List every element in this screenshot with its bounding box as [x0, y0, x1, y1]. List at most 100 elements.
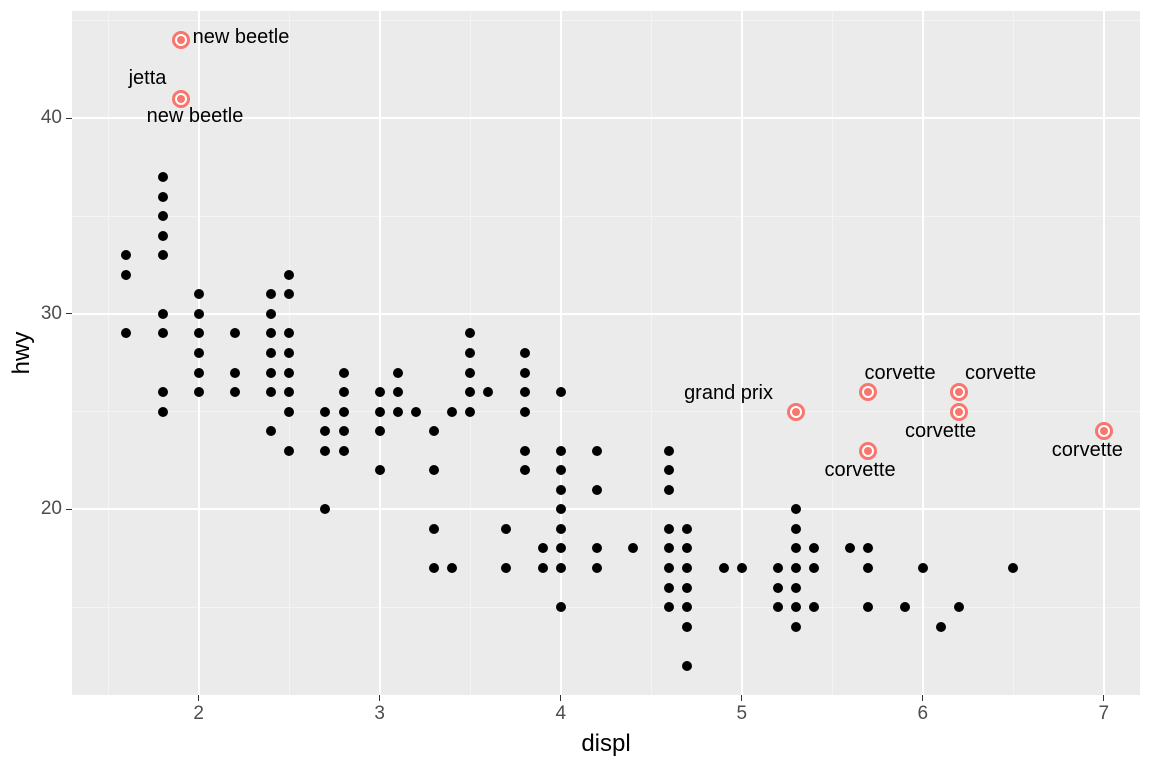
outlier-label: corvette [1052, 439, 1123, 462]
data-point [266, 289, 276, 299]
data-point [773, 563, 783, 573]
x-tick-label: 3 [374, 703, 385, 725]
grid-minor-h [72, 216, 1140, 217]
outlier-label: new beetle [193, 26, 290, 49]
x-tick [379, 695, 380, 701]
data-point [375, 426, 385, 436]
data-point [664, 583, 674, 593]
outlier-point [859, 442, 877, 460]
x-tick-label: 7 [1098, 703, 1109, 725]
x-tick [198, 695, 199, 701]
data-point [158, 172, 168, 182]
x-tick [922, 695, 923, 701]
data-point [791, 583, 801, 593]
data-point [339, 426, 349, 436]
data-point [501, 563, 511, 573]
data-point [719, 563, 729, 573]
data-point [556, 485, 566, 495]
data-point [791, 622, 801, 632]
data-point [791, 524, 801, 534]
data-point [664, 524, 674, 534]
data-point [339, 446, 349, 456]
data-point [320, 504, 330, 514]
data-point [194, 328, 204, 338]
data-point [121, 328, 131, 338]
outlier-label: jetta [129, 67, 167, 90]
data-point [339, 387, 349, 397]
data-point [375, 407, 385, 417]
data-point [447, 563, 457, 573]
x-tick-label: 4 [555, 703, 566, 725]
data-point [900, 602, 910, 612]
data-point [465, 368, 475, 378]
data-point [284, 446, 294, 456]
grid-minor-h [72, 20, 1140, 21]
data-point [320, 446, 330, 456]
data-point [121, 250, 131, 260]
data-point [230, 368, 240, 378]
data-point [737, 563, 747, 573]
data-point [682, 583, 692, 593]
data-point [809, 543, 819, 553]
data-point [158, 250, 168, 260]
data-point [664, 563, 674, 573]
data-point [284, 387, 294, 397]
data-point [158, 407, 168, 417]
data-point [682, 661, 692, 671]
outlier-point [950, 383, 968, 401]
data-point [682, 524, 692, 534]
data-point [320, 407, 330, 417]
data-point [465, 328, 475, 338]
x-tick-label: 5 [736, 703, 747, 725]
data-point [393, 407, 403, 417]
y-axis-title: hwy [8, 332, 36, 375]
data-point [429, 465, 439, 475]
y-tick [66, 509, 72, 510]
outlier-label: grand prix [684, 382, 773, 405]
grid-minor-v [832, 11, 833, 695]
data-point [556, 387, 566, 397]
data-point [664, 465, 674, 475]
data-point [863, 602, 873, 612]
x-axis-title: displ [581, 730, 630, 758]
data-point [465, 407, 475, 417]
data-point [592, 446, 602, 456]
data-point [520, 368, 530, 378]
data-point [863, 563, 873, 573]
data-point [863, 543, 873, 553]
grid-major-v [741, 11, 743, 695]
grid-major-v [379, 11, 381, 695]
x-tick-label: 6 [917, 703, 928, 725]
outlier-label: corvette [905, 420, 976, 443]
data-point [339, 407, 349, 417]
grid-major-v [922, 11, 924, 695]
data-point [556, 563, 566, 573]
data-point [266, 387, 276, 397]
data-point [538, 563, 548, 573]
data-point [339, 368, 349, 378]
data-point [809, 602, 819, 612]
outlier-point [787, 403, 805, 421]
x-tick-label: 2 [193, 703, 204, 725]
data-point [954, 602, 964, 612]
data-point [556, 465, 566, 475]
data-point [230, 328, 240, 338]
data-point [936, 622, 946, 632]
data-point [375, 465, 385, 475]
data-point [773, 602, 783, 612]
outlier-label: corvette [965, 362, 1036, 385]
data-point [158, 192, 168, 202]
y-tick-label: 40 [38, 107, 62, 129]
data-point [194, 387, 204, 397]
grid-major-v [560, 11, 562, 695]
data-point [375, 387, 385, 397]
data-point [266, 368, 276, 378]
data-point [791, 563, 801, 573]
y-tick [66, 313, 72, 314]
data-point [320, 426, 330, 436]
data-point [592, 485, 602, 495]
data-point [520, 446, 530, 456]
data-point [429, 426, 439, 436]
data-point [411, 407, 421, 417]
data-point [429, 524, 439, 534]
